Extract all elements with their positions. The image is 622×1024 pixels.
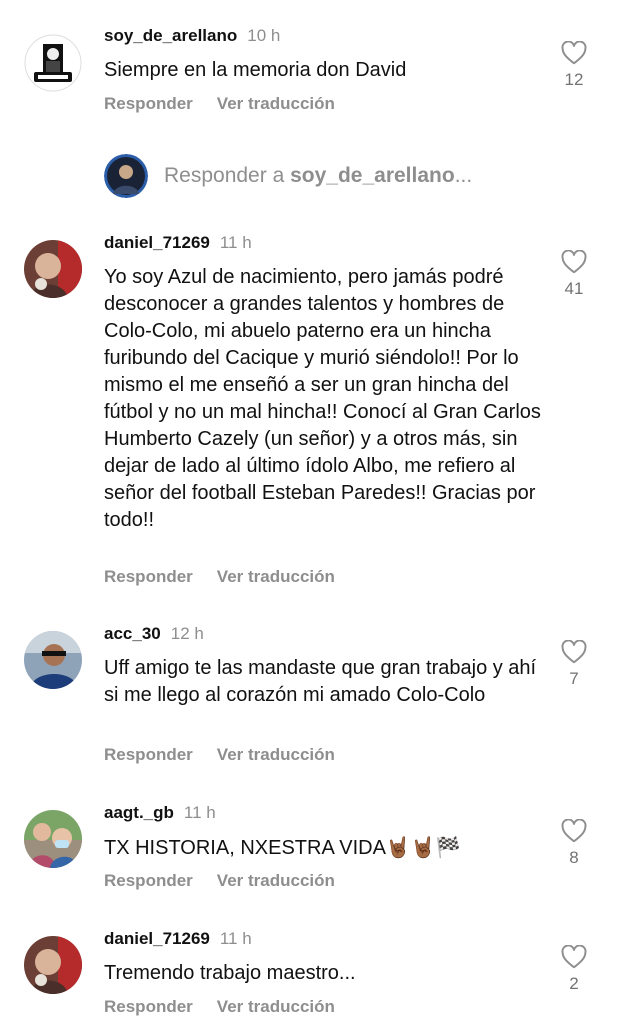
user-photo-icon [24,240,82,298]
like-count: 7 [569,669,579,688]
heart-icon[interactable] [561,640,587,664]
see-translation-button[interactable]: Ver traducción [217,997,335,1016]
timestamp: 11 h [183,803,216,822]
heart-icon[interactable] [561,945,587,969]
see-translation-button[interactable]: Ver traducción [217,94,335,113]
reply-placeholder[interactable]: Responder a soy_de_arellano... [164,164,472,188]
user-photo-icon [24,810,82,868]
see-translation-button[interactable]: Ver traducción [217,745,335,764]
see-translation-button[interactable]: Ver traducción [217,567,335,586]
like-count: 12 [564,70,584,89]
reply-button[interactable]: Responder [104,871,193,890]
avatar[interactable] [24,34,82,92]
user-photo-icon [24,936,82,994]
reply-button[interactable]: Responder [104,745,193,764]
comment-text: Uff amigo te las mandaste que gran traba… [104,657,537,706]
timestamp: 11 h [219,233,252,252]
reply-button[interactable]: Responder [104,997,193,1016]
comment-text-body: TX HISTORIA, NXESTRA VIDA [104,837,386,859]
username[interactable]: soy_de_arellano [104,26,237,45]
reply-ellipsis: ... [454,164,473,187]
reply-input[interactable]: Responder a soy_de_arellano... [104,154,584,198]
avatar[interactable] [24,936,82,994]
heart-icon[interactable] [561,250,587,274]
heart-icon[interactable] [561,41,587,65]
like-count: 8 [569,848,579,867]
reply-button[interactable]: Responder [104,567,193,586]
heart-icon[interactable] [561,819,587,843]
comment-text: Yo soy Azul de nacimiento, pero jamás po… [104,266,541,531]
user-photo-icon [24,631,82,689]
timestamp: 12 h [170,624,204,643]
own-avatar-icon [104,154,148,198]
username[interactable]: daniel_71269 [104,233,210,252]
username[interactable]: daniel_71269 [104,929,210,948]
reply-button[interactable]: Responder [104,94,193,113]
see-translation-button[interactable]: Ver traducción [217,871,335,890]
comment-text: Siempre en la memoria don David [104,59,407,81]
username[interactable]: aagt._gb [104,803,174,822]
avatar[interactable] [24,240,82,298]
reply-target: soy_de_arellano [290,164,455,187]
comment-text: TX HISTORIA, NXESTRA VIDA🤘🏾🤘🏾🏁 [104,834,549,862]
avatar[interactable] [24,810,82,868]
timestamp: 11 h [219,929,252,948]
emoji-group: 🤘🏾🤘🏾🏁 [385,835,461,859]
comment-text: Tremendo trabajo maestro... [104,962,356,984]
own-avatar [104,154,148,198]
arellano-logo-icon [24,34,82,92]
timestamp: 10 h [247,26,281,45]
username[interactable]: acc_30 [104,624,161,643]
avatar[interactable] [24,631,82,689]
reply-prefix: Responder a [164,164,291,187]
like-count: 41 [564,279,584,298]
like-count: 2 [569,974,579,993]
